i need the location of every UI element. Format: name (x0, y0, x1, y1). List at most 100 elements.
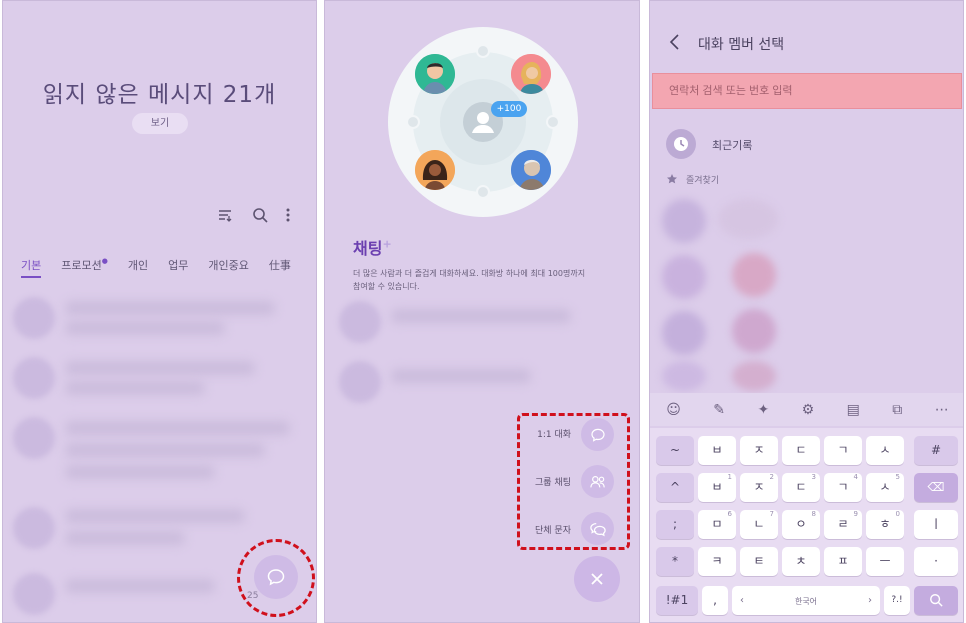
contact-avatar[interactable] (732, 253, 776, 297)
close-menu-button[interactable] (574, 556, 620, 602)
tab-work[interactable]: 업무 (168, 257, 188, 278)
keyboard-key[interactable]: ㅈ2 (740, 473, 778, 502)
avatar (339, 361, 381, 403)
keyboard-key[interactable]: ㅁ6 (698, 510, 736, 539)
keyboard-key[interactable]: ㅎ0 (866, 510, 904, 539)
view-button[interactable]: 보기 (132, 113, 188, 134)
search-icon[interactable] (252, 207, 268, 227)
comma-key[interactable]: , (702, 586, 728, 615)
avatar-man (415, 54, 455, 94)
chat-plus-title-text: 채팅 (353, 239, 383, 258)
more-icon[interactable]: ⋯ (935, 402, 949, 418)
list-item[interactable] (11, 413, 306, 493)
contact-avatar[interactable] (662, 361, 706, 391)
keyboard-key[interactable]: ㅊ (782, 547, 820, 576)
avatar (13, 357, 55, 399)
one-on-one-chat-button[interactable] (581, 418, 614, 451)
translate-icon[interactable]: ⧉ (892, 402, 902, 418)
keyboard-key[interactable]: ㄷ (782, 436, 820, 465)
recent-history-label[interactable]: 최근기록 (712, 137, 752, 153)
contact-avatar[interactable] (732, 361, 776, 391)
person-dot (476, 185, 490, 199)
keyboard-key[interactable]: ㅌ (740, 547, 778, 576)
keyboard-key[interactable]: · (914, 547, 958, 576)
group-chat-button[interactable] (581, 465, 614, 498)
contact-avatar[interactable] (662, 311, 706, 355)
avatar (339, 301, 381, 343)
tab-job[interactable]: 仕事 (269, 257, 291, 278)
ai-sparkle-icon[interactable]: ✦ (757, 402, 769, 418)
keyboard-key[interactable]: ㅂ1 (698, 473, 736, 502)
keyboard-key[interactable]: ㅍ (824, 547, 862, 576)
key-label: ㅍ (837, 554, 849, 568)
key-label: ⌫ (927, 480, 945, 494)
broadcast-message-button[interactable] (581, 512, 614, 545)
keyboard-key[interactable]: ㅣ (914, 510, 958, 539)
settings-icon[interactable]: ⚙ (802, 402, 815, 418)
clipboard-icon[interactable]: ▤ (847, 402, 860, 418)
key-label: ㅎ (879, 517, 891, 531)
symbol-key[interactable]: !#1 (656, 586, 698, 615)
key-label: ㄱ (837, 443, 849, 457)
keyboard-key[interactable]: * (656, 547, 694, 576)
group-icon (589, 475, 605, 487)
contact-search-input[interactable] (653, 74, 961, 108)
contact-avatar[interactable] (662, 199, 706, 243)
key-label: ㅡ (879, 554, 891, 568)
keyboard-key[interactable]: ㄴ7 (740, 510, 778, 539)
contact-avatar[interactable] (718, 199, 778, 239)
tab-personal[interactable]: 개인 (128, 257, 148, 278)
more-options-icon[interactable] (285, 207, 291, 227)
key-label: * (672, 554, 678, 568)
space-key[interactable]: ‹ 한국어 › (732, 586, 880, 615)
contact-avatar[interactable] (732, 309, 776, 353)
list-item (337, 357, 629, 405)
back-icon[interactable] (668, 33, 680, 55)
keyboard-key[interactable]: ; (656, 510, 694, 539)
keyboard-key[interactable]: ㅅ5 (866, 473, 904, 502)
favorites-label: 즐겨찾기 (686, 176, 720, 186)
star-icon (666, 170, 678, 189)
tab-promotion[interactable]: 프로모션● (61, 257, 108, 278)
participants-illustration (388, 27, 578, 217)
keyboard-key[interactable]: ㄱ4 (824, 473, 862, 502)
punctuation-key[interactable]: ?.! (884, 586, 910, 615)
keyboard-key[interactable]: ㅈ (740, 436, 778, 465)
unread-messages-title: 읽지 않은 메시지 21개 (42, 82, 277, 108)
blurred-text (65, 465, 215, 479)
list-item (337, 297, 629, 345)
tab-personal-important[interactable]: 개인중요 (208, 257, 248, 278)
key-label: ㅊ (795, 554, 807, 568)
clock-icon (666, 129, 696, 159)
keyboard-key[interactable]: ㅇ8 (782, 510, 820, 539)
key-number-hint: 2 (769, 473, 774, 481)
keyboard-key[interactable]: ㅂ (698, 436, 736, 465)
keyboard-key[interactable]: ㄱ (824, 436, 862, 465)
keyboard-key[interactable]: ⌫ (914, 473, 958, 502)
blurred-text (65, 579, 215, 593)
tab-basic[interactable]: 기본 (21, 257, 42, 278)
avatar-woman-blonde (511, 54, 551, 94)
search-key[interactable] (914, 586, 958, 615)
avatar (13, 297, 55, 339)
list-item[interactable] (11, 353, 306, 401)
blurred-text (65, 421, 290, 435)
contact-search-field[interactable] (652, 73, 962, 109)
key-label: ㅌ (753, 554, 765, 568)
emoji-icon[interactable]: ☺ (666, 402, 681, 418)
list-item[interactable] (11, 293, 306, 341)
keyboard-key[interactable]: ㅅ (866, 436, 904, 465)
keyboard-key[interactable]: ㅡ (866, 547, 904, 576)
blurred-text (65, 443, 265, 457)
keyboard-key[interactable]: ~ (656, 436, 694, 465)
keyboard-key[interactable]: ㅋ (698, 547, 736, 576)
filter-icon[interactable] (217, 207, 233, 227)
select-members-screen: 대화 멤버 선택 최근기록 즐겨찾기 ☺ ✎ ✦ ⚙ ▤ ⧉ ⋯ !#1 , ‹… (649, 0, 964, 623)
keyboard-key[interactable]: ^ (656, 473, 694, 502)
blurred-text (391, 369, 531, 383)
keyboard-key[interactable]: ㄹ9 (824, 510, 862, 539)
keyboard-key[interactable]: # (914, 436, 958, 465)
handwriting-icon[interactable]: ✎ (713, 402, 725, 418)
contact-avatar[interactable] (662, 255, 706, 299)
keyboard-key[interactable]: ㄷ3 (782, 473, 820, 502)
